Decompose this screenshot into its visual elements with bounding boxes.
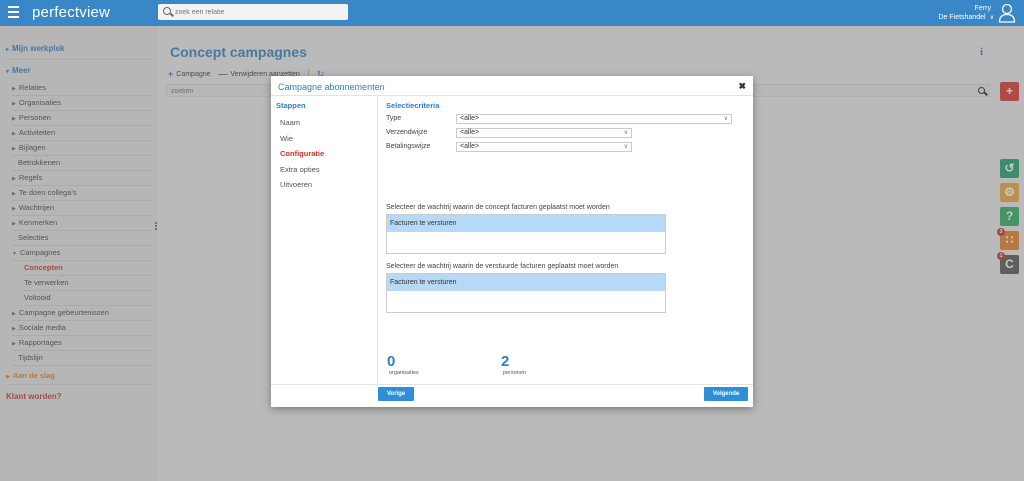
selectiecriteria-header: Selectiecriteria bbox=[386, 101, 440, 110]
wizard-step[interactable]: Wie bbox=[280, 134, 293, 143]
queue-option-selected[interactable]: Facturen te versturen bbox=[387, 274, 665, 291]
queue-concept-label: Selecteer de wachtrij waarin de concept … bbox=[386, 204, 610, 211]
close-icon[interactable]: ✖ bbox=[738, 81, 746, 92]
queue-concept-listbox[interactable]: Facturen te versturen bbox=[386, 214, 666, 254]
volgende-button[interactable]: Volgende bbox=[704, 387, 748, 401]
user-org-label: De Fietshandel bbox=[938, 14, 986, 21]
organisaties-label: organisaties bbox=[389, 370, 419, 376]
chevron-down-icon: ∨ bbox=[623, 130, 628, 136]
select-value: <alle> bbox=[460, 143, 480, 150]
chevron-down-icon: ∨ bbox=[723, 116, 728, 122]
wizard-step[interactable]: Configuratie bbox=[280, 149, 324, 158]
top-bar: perfectview Ferry De Fietshandel∨ bbox=[0, 0, 1024, 26]
queue-verstuurd-label: Selecteer de wachtrij waarin de verstuur… bbox=[386, 263, 619, 270]
field-label: Verzendwijze bbox=[386, 129, 428, 136]
global-search bbox=[158, 4, 348, 20]
criteria-select[interactable]: <alle> ∨ bbox=[456, 142, 632, 152]
field-label: Type bbox=[386, 115, 402, 122]
hamburger-menu-icon[interactable] bbox=[8, 6, 19, 18]
wizard-step[interactable]: Uitvoeren bbox=[280, 180, 312, 189]
user-name: Ferry bbox=[974, 5, 991, 12]
wizard-step[interactable]: Naam bbox=[280, 118, 300, 127]
user-avatar-icon[interactable] bbox=[998, 3, 1016, 23]
campagne-abonnementen-dialog: Campagne abonnementen ✖ Stappen Naam Wie C… bbox=[271, 76, 753, 407]
wizard-steps: Stappen Naam Wie Configuratie Extra opties U… bbox=[271, 96, 378, 384]
brand-logo: perfectview bbox=[32, 4, 111, 21]
personen-count: 2 bbox=[501, 353, 510, 370]
chevron-down-icon: ∨ bbox=[623, 144, 628, 150]
wizard-step[interactable]: Extra opties bbox=[280, 165, 320, 174]
select-value: <alle> bbox=[460, 129, 480, 136]
queue-option-selected[interactable]: Facturen te versturen bbox=[387, 215, 665, 232]
relation-search-input[interactable] bbox=[175, 6, 343, 18]
chevron-down-icon: ∨ bbox=[989, 15, 994, 21]
vorige-button[interactable]: Vorige bbox=[378, 387, 414, 401]
steps-header: Stappen bbox=[276, 101, 306, 110]
personen-label: personen bbox=[503, 370, 526, 376]
dialog-title: Campagne abonnementen bbox=[278, 82, 385, 92]
divider bbox=[271, 384, 753, 385]
criteria-select[interactable]: <alle> ∨ bbox=[456, 114, 732, 124]
queue-verstuurd-listbox[interactable]: Facturen te versturen bbox=[386, 273, 666, 313]
criteria-select[interactable]: <alle> ∨ bbox=[456, 128, 632, 138]
organisaties-count: 0 bbox=[387, 353, 396, 370]
wizard-content: Selectiecriteria Type <alle> ∨ Verzendwijze… bbox=[379, 96, 753, 384]
user-org-dropdown[interactable]: De Fietshandel ∨ bbox=[939, 14, 995, 21]
field-label: Betalingswijze bbox=[386, 143, 431, 150]
select-value: <alle> bbox=[460, 115, 480, 122]
search-icon bbox=[163, 7, 171, 15]
